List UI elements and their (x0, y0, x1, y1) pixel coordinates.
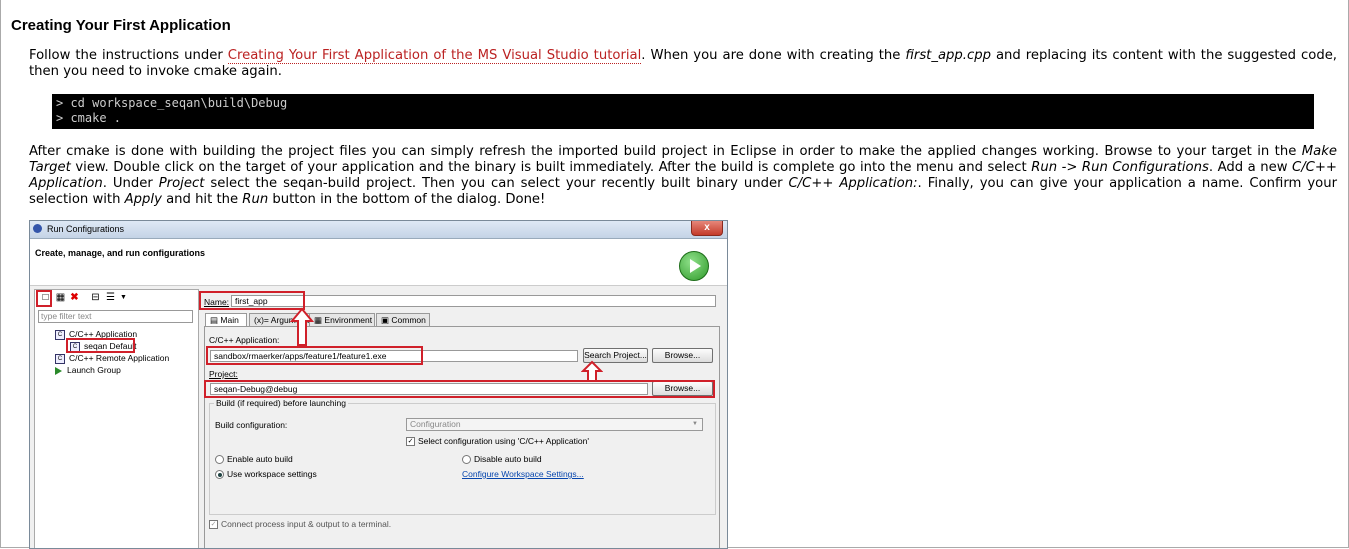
radio-icon (462, 455, 471, 465)
select-config-checkbox[interactable]: ✓ Select configuration using 'C/C++ Appli… (406, 436, 589, 447)
select-value: Configuration (410, 419, 461, 429)
config-editor: Name: first_app ▤ Main (x)= Arguments ▦ … (201, 289, 721, 548)
tab-label: Main (220, 315, 239, 325)
text: Follow the instructions under (29, 48, 228, 63)
emph: C/C++ Application: (788, 176, 918, 191)
filter-icon[interactable]: ☰ (105, 292, 116, 304)
text: . Under (102, 176, 159, 191)
build-config-select[interactable]: Configuration ▼ (406, 418, 703, 431)
disable-auto-radio[interactable]: Disable auto build (462, 454, 542, 465)
eclipse-paragraph: After cmake is done with building the pr… (29, 144, 1337, 208)
tab-common[interactable]: ▣ Common (376, 313, 430, 326)
text: view. Double click on the target of your… (70, 160, 1032, 175)
eclipse-icon (33, 224, 42, 233)
tab-label: Environment (324, 315, 373, 325)
highlight-seqan-default (66, 338, 135, 353)
app-label: C/C++ Application: (209, 335, 280, 345)
radio-icon (215, 470, 224, 480)
radio-icon (215, 455, 224, 465)
arrow-up-icon (581, 360, 603, 382)
chevron-down-icon: ▼ (692, 421, 698, 427)
filename: first_app.cpp (905, 48, 991, 63)
build-group: Build (if required) before launching Bui… (209, 398, 716, 515)
text: button in the bottom of the dialog. Done… (268, 192, 546, 207)
dialog-header: Create, manage, and run configurations (30, 239, 727, 286)
tree-label: Launch Group (67, 365, 121, 375)
dialog-title: Run Configurations (47, 224, 125, 234)
launch-icon (55, 366, 62, 375)
checkbox-label: Connect process input & output to a term… (221, 519, 392, 529)
collapse-icon[interactable]: ⊟ (90, 292, 101, 304)
highlight-app-field (206, 346, 423, 365)
tab-main[interactable]: ▤ Main (205, 313, 247, 327)
text: . Add a new (1208, 160, 1293, 175)
text: After cmake is done with building the pr… (29, 144, 1302, 159)
build-group-title: Build (if required) before launching (214, 398, 348, 408)
run-icon[interactable] (679, 251, 709, 281)
c-icon: C (55, 353, 65, 364)
close-button[interactable]: x (691, 221, 723, 236)
tree-label: C/C++ Remote Application (69, 353, 170, 363)
project-label: Project: (209, 369, 238, 379)
text: and hit the (161, 192, 243, 207)
emph: Run (242, 192, 269, 207)
intro-paragraph: Follow the instructions under Creating Y… (29, 48, 1337, 80)
delete-icon[interactable]: ✖ (69, 292, 80, 304)
c-icon: C (55, 329, 65, 340)
radio-label: Use workspace settings (227, 469, 317, 479)
checkbox-icon: ✓ (209, 520, 218, 530)
duplicate-icon[interactable]: ▦ (55, 292, 66, 304)
code-line: > cd workspace_seqan\build\Debug (56, 96, 288, 110)
radio-label: Enable auto build (227, 454, 293, 464)
checkbox-icon: ✓ (406, 437, 415, 447)
tree-item[interactable]: Launch Group (55, 364, 121, 376)
emph: Run -> Run Configurations (1031, 160, 1209, 175)
arrow-up-icon (290, 307, 314, 346)
code-block: > cd workspace_seqan\build\Debug > cmake… (52, 94, 1314, 129)
run-configurations-screenshot: Run Configurations x Create, manage, and… (29, 220, 728, 549)
emph: Project (158, 176, 205, 191)
tab-environment[interactable]: ▦ Environment (309, 313, 375, 326)
use-workspace-radio[interactable]: Use workspace settings (215, 469, 317, 480)
build-config-label: Build configuration: (215, 420, 288, 430)
section-title: Creating Your First Application (11, 17, 231, 34)
text: select the seqan-build project. Then you… (204, 176, 789, 191)
header-text: Create, manage, and run configurations (35, 248, 206, 258)
radio-label: Disable auto build (474, 454, 542, 464)
text: . When you are done with creating the (641, 48, 906, 63)
configure-workspace-link[interactable]: Configure Workspace Settings... (462, 469, 584, 479)
enable-auto-radio[interactable]: Enable auto build (215, 454, 293, 465)
browse-app-button[interactable]: Browse... (652, 348, 713, 363)
tab-label: Common (391, 315, 426, 325)
connect-terminal-checkbox[interactable]: ✓ Connect process input & output to a ter… (209, 519, 392, 530)
tutorial-link[interactable]: Creating Your First Application of the M… (227, 48, 642, 64)
highlight-new-button (36, 290, 52, 307)
chevron-down-icon[interactable]: ▼ (118, 292, 129, 304)
highlight-project-field (204, 380, 715, 398)
tree-item[interactable]: C C/C++ Remote Application (55, 352, 169, 364)
title-bar: Run Configurations x (30, 221, 727, 239)
filter-input[interactable]: type filter text (38, 310, 193, 323)
code-line: > cmake . (56, 111, 122, 125)
emph: Apply (124, 192, 162, 207)
checkbox-label: Select configuration using 'C/C++ Applic… (418, 436, 589, 446)
